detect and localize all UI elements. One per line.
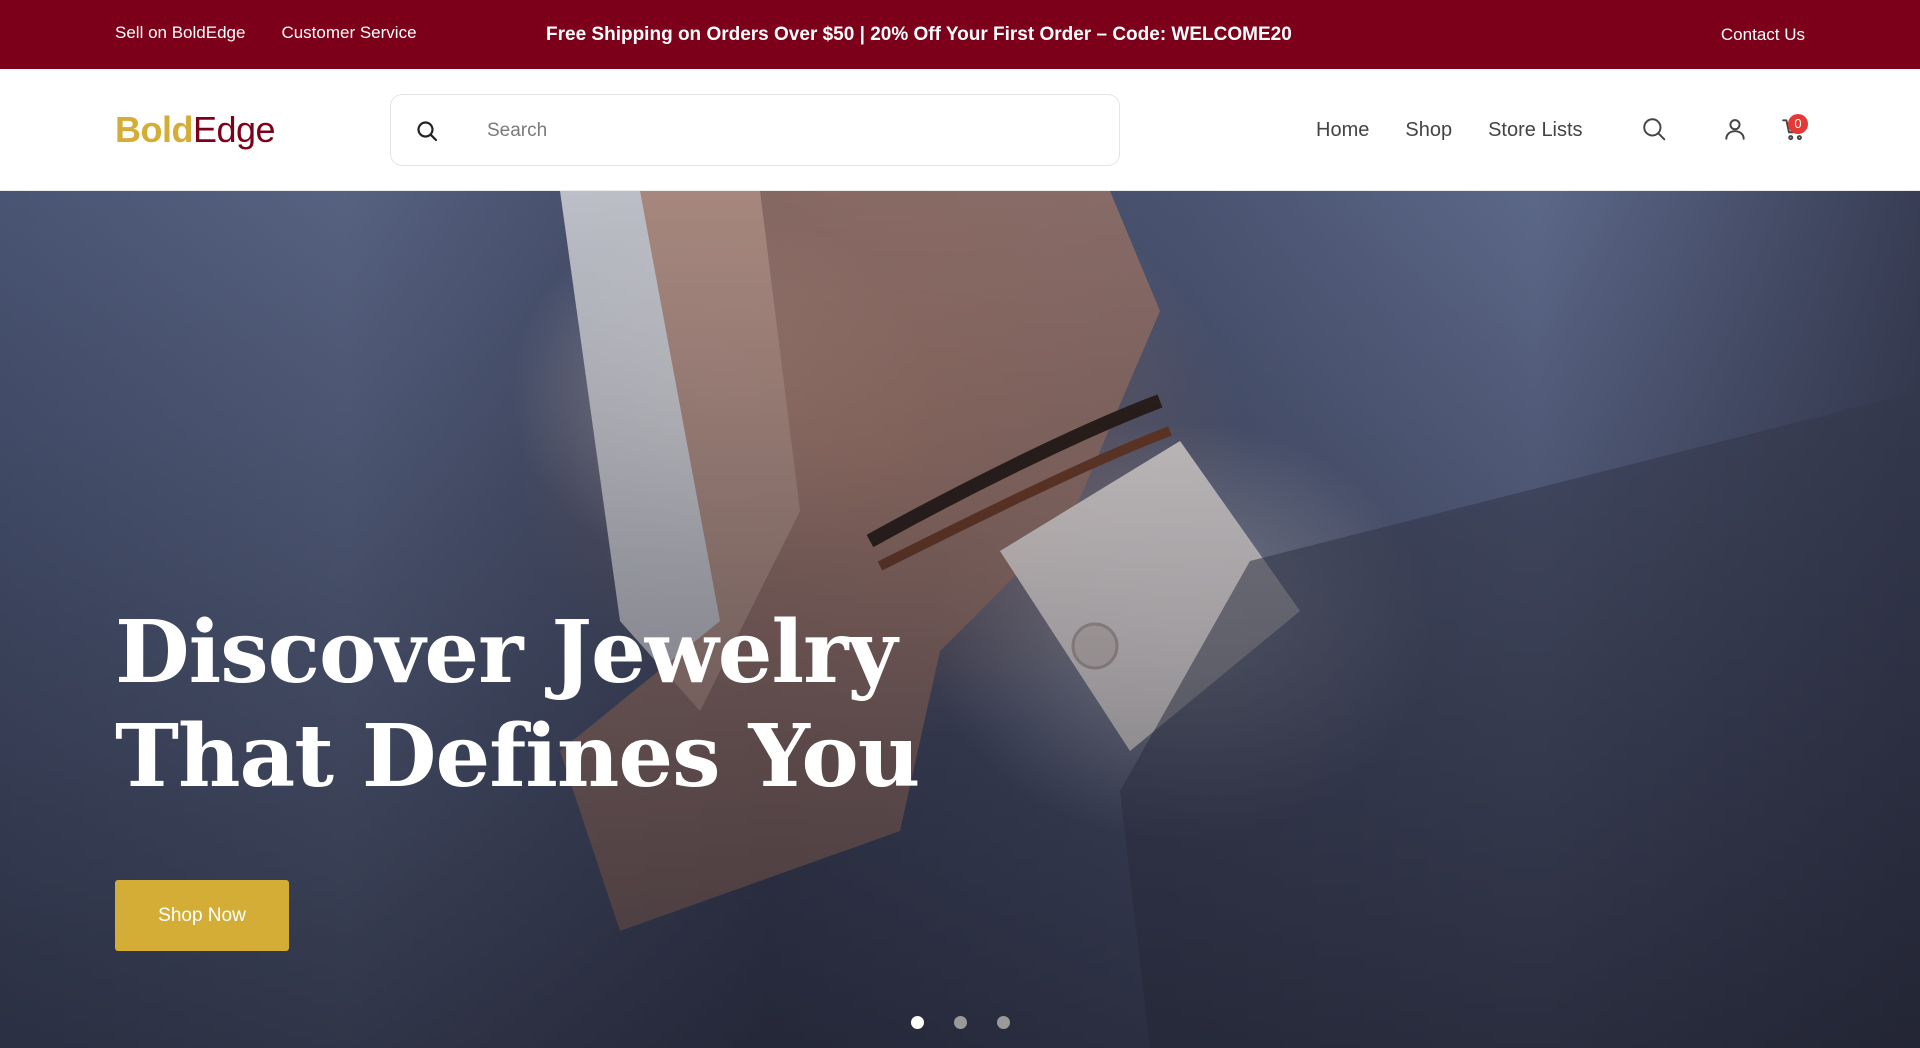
nav-store-lists[interactable]: Store Lists [1488, 119, 1582, 142]
user-icon[interactable] [1722, 116, 1748, 142]
search-icon[interactable] [415, 119, 439, 143]
search-bar [390, 94, 1120, 166]
cart-count-badge: 0 [1788, 114, 1808, 134]
search-input[interactable] [487, 113, 1087, 149]
carousel-dot-2[interactable] [954, 1016, 967, 1029]
hero-banner: Discover Jewelry That Defines You Shop N… [0, 191, 1920, 1048]
site-header: BoldEdge Home Shop Store Lists [0, 69, 1920, 191]
hero-title-line-2: That Defines You [115, 706, 920, 807]
carousel-dots [911, 1016, 1010, 1029]
logo[interactable]: BoldEdge [115, 109, 276, 151]
announcement-bar: Sell on BoldEdge Customer Service Free S… [0, 0, 1920, 69]
customer-service-link[interactable]: Customer Service [281, 23, 416, 43]
sell-link[interactable]: Sell on BoldEdge [115, 23, 245, 43]
carousel-dot-3[interactable] [997, 1016, 1010, 1029]
carousel-dot-1[interactable] [911, 1016, 924, 1029]
promo-text: Free Shipping on Orders Over $50 | 20% O… [546, 24, 1292, 45]
logo-bold: Bold [115, 109, 193, 150]
contact-link[interactable]: Contact Us [1721, 0, 1805, 70]
search-icon[interactable] [1641, 116, 1667, 142]
hero-title-line-1: Discover Jewelry [115, 602, 897, 703]
nav-shop[interactable]: Shop [1405, 119, 1452, 142]
main-nav: Home Shop Store Lists [1316, 69, 1583, 191]
logo-edge: Edge [192, 109, 276, 150]
nav-home[interactable]: Home [1316, 119, 1369, 142]
topbar-left-links: Sell on BoldEdge Customer Service [115, 0, 417, 66]
hero-title: Discover Jewelry That Defines You [115, 601, 920, 809]
shop-now-button[interactable]: Shop Now [115, 880, 289, 951]
